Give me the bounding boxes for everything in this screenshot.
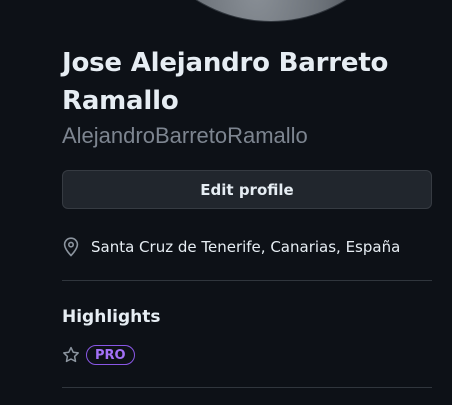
profile-full-name: Jose Alejandro Barreto Ramallo <box>62 48 389 116</box>
star-icon <box>62 346 80 364</box>
profile-username: AlejandroBarretoRamallo <box>62 123 308 148</box>
location-pin-icon <box>62 237 80 257</box>
pro-badge[interactable]: PRO <box>86 345 135 365</box>
location-text: Santa Cruz de Tenerife, Canarias, España <box>91 238 401 256</box>
highlight-item-pro: PRO <box>62 343 135 367</box>
divider <box>62 387 432 388</box>
divider <box>62 280 432 281</box>
edit-profile-button[interactable]: Edit profile <box>62 170 432 209</box>
profile-location: Santa Cruz de Tenerife, Canarias, España <box>62 234 400 260</box>
profile-sidebar: Jose Alejandro Barreto Ramallo Alejandro… <box>0 0 452 405</box>
highlights-heading: Highlights <box>62 307 161 327</box>
avatar[interactable] <box>126 0 416 22</box>
